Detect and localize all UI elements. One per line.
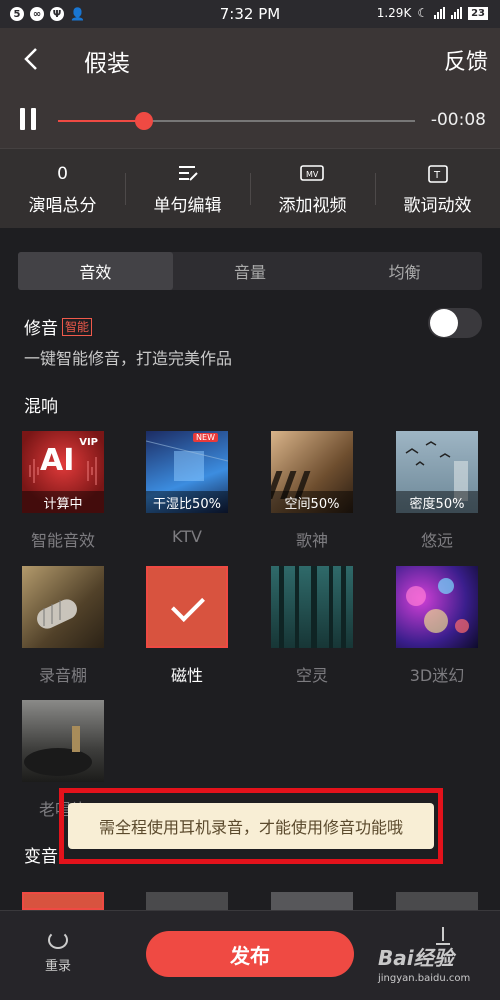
- moon-icon: ☾: [417, 6, 429, 20]
- voice-section-title: 变音: [24, 847, 58, 867]
- effect-old-record[interactable]: 老唱片: [22, 700, 104, 819]
- auto-tune-title: 修音 智能: [24, 314, 93, 339]
- rerecord-label: 重录: [44, 959, 71, 974]
- signal-2-icon: [451, 7, 463, 19]
- microphone-graphic: [37, 599, 77, 629]
- tool-label: 添加视频: [278, 196, 347, 216]
- forest-thumbnail: [271, 566, 353, 648]
- rerecord-button[interactable]: 重录: [38, 931, 78, 974]
- rerecord-icon: [48, 931, 68, 949]
- progress-slider[interactable]: [58, 112, 415, 130]
- tools-row: 0 演唱总分 单句编辑 MV 添加视频 T 歌词动效: [0, 148, 500, 228]
- smart-badge: 智能: [62, 317, 93, 336]
- effect-label: 磁性: [170, 666, 203, 685]
- effect-3d[interactable]: 3D迷幻: [396, 566, 478, 685]
- tool-lyric-effects[interactable]: T 歌词动效: [375, 149, 500, 228]
- effect-studio[interactable]: 录音棚: [22, 566, 104, 685]
- tool-score[interactable]: 0 演唱总分: [0, 149, 125, 228]
- status-indicators: 1.29K ☾ 23: [377, 6, 488, 20]
- new-badge: NEW: [193, 433, 218, 442]
- effect-smart[interactable]: AI VIP 计算中 智能音效: [22, 431, 104, 550]
- mv-icon: MV: [299, 161, 326, 187]
- signal-icon: [434, 7, 446, 19]
- magnetic-thumbnail-selected: [146, 566, 228, 648]
- ktv-thumbnail: NEW 干湿比50%: [146, 431, 228, 513]
- remaining-time: -00:08: [430, 110, 486, 130]
- player-header: 假装 反馈 -00:08: [0, 28, 500, 148]
- record-player-thumbnail: [22, 700, 104, 782]
- svg-text:MV: MV: [306, 170, 319, 179]
- publish-button[interactable]: 发布: [146, 931, 354, 977]
- effect-label: 3D迷幻: [409, 666, 465, 685]
- voice-effect-thumb[interactable]: [396, 892, 478, 910]
- progress-knob[interactable]: [134, 112, 153, 130]
- pause-icon[interactable]: [20, 108, 42, 132]
- tab-equalizer[interactable]: 均衡: [327, 252, 482, 290]
- voice-effect-thumb[interactable]: [146, 892, 228, 910]
- smart-effect-thumbnail: AI VIP 计算中: [22, 431, 104, 513]
- toggle-knob: [430, 309, 458, 337]
- battery-icon: 23: [468, 6, 488, 20]
- microphone-thumbnail: [22, 566, 104, 648]
- lyric-t-icon: T: [427, 161, 449, 187]
- tool-label: 演唱总分: [28, 196, 97, 216]
- headphone-toast: 需全程使用耳机录音，才能使用修音功能哦: [68, 803, 434, 849]
- tool-label: 歌词动效: [403, 196, 472, 216]
- effect-label: 智能音效: [30, 531, 95, 550]
- tool-add-video[interactable]: MV 添加视频: [250, 149, 375, 228]
- effect-gesheng[interactable]: 空间50% 歌神: [271, 431, 353, 550]
- birds-thumbnail: 密度50%: [396, 431, 478, 513]
- ai-overlay-text: AI: [40, 443, 75, 478]
- forest-graphic: [279, 566, 346, 648]
- effect-youyuan[interactable]: 密度50% 悠远: [396, 431, 478, 550]
- voice-effect-thumb[interactable]: [271, 892, 353, 910]
- effect-cixing[interactable]: 磁性: [146, 566, 228, 685]
- tool-label: 单句编辑: [153, 196, 222, 216]
- reverb-section-title: 混响: [24, 397, 58, 417]
- effect-caption: 密度50%: [396, 491, 478, 513]
- network-speed: 1.29K: [376, 6, 412, 20]
- watermark-url: jingyan.baidu.com: [378, 973, 471, 984]
- effect-ktv[interactable]: NEW 干湿比50% KTV: [146, 431, 228, 546]
- baidu-watermark: Bai经验 jingyan.baidu.com: [378, 942, 470, 984]
- effect-label: 空灵: [295, 666, 328, 685]
- auto-tune-label: 修音: [24, 319, 58, 339]
- bokeh-graphic: [406, 578, 469, 633]
- vip-badge: VIP: [79, 437, 98, 448]
- auto-tune-toggle[interactable]: [428, 308, 482, 338]
- song-title: 假装: [84, 51, 130, 77]
- check-icon: [171, 588, 205, 622]
- effect-kongling[interactable]: 空灵: [271, 566, 353, 685]
- tool-line-edit[interactable]: 单句编辑: [125, 149, 250, 228]
- effect-caption: 干湿比50%: [146, 491, 228, 513]
- watermark-text: Bai经验: [378, 946, 454, 970]
- auto-tune-description: 一键智能修音，打造完美作品: [24, 349, 233, 368]
- effect-caption: 空间50%: [271, 491, 353, 513]
- edit-lines-icon: [177, 161, 199, 187]
- feedback-button[interactable]: 反馈: [444, 44, 488, 76]
- record-player-graphic: [24, 726, 92, 776]
- effect-label: 录音棚: [38, 666, 87, 685]
- effect-label: 歌神: [295, 531, 328, 550]
- effect-label: 悠远: [420, 531, 453, 550]
- highlight-frame: 需全程使用耳机录音，才能使用修音功能哦: [59, 788, 443, 864]
- effect-label: KTV: [172, 527, 202, 546]
- effect-caption: 计算中: [22, 491, 104, 513]
- back-arrow-icon[interactable]: [18, 44, 48, 74]
- effect-tabs: 音效 音量 均衡: [18, 252, 482, 290]
- voice-effect-thumb[interactable]: [22, 892, 104, 910]
- psychedelic-thumbnail: [396, 566, 478, 648]
- status-bar: 5 ∞ Ψ 👤 7:32 PM 1.29K ☾ 23: [0, 0, 500, 28]
- svg-text:T: T: [433, 170, 441, 181]
- progress-fill: [58, 120, 144, 122]
- tab-effects[interactable]: 音效: [18, 252, 173, 290]
- piano-thumbnail: 空间50%: [271, 431, 353, 513]
- tab-volume[interactable]: 音量: [173, 252, 328, 290]
- score-value: 0: [57, 164, 68, 184]
